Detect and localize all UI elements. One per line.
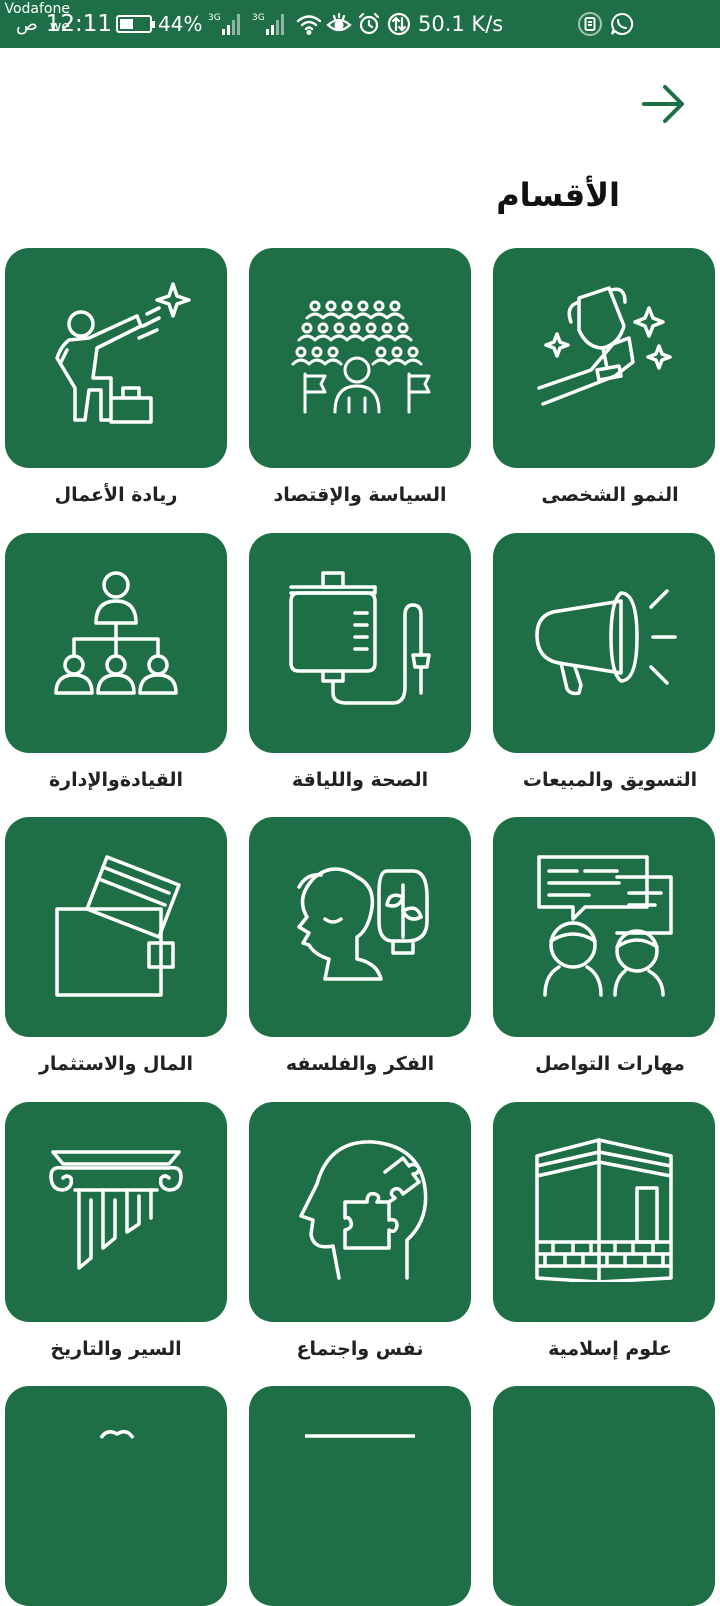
network-speed: 50.1 K/s: [418, 12, 504, 36]
category-label: المال والاستثمار: [38, 1053, 194, 1075]
entrepreneur-icon: [55, 282, 191, 424]
whatsapp-icon: [610, 0, 634, 48]
category-label: نفس واجتماع: [296, 1338, 424, 1360]
category-tile-partial[interactable]: [249, 1386, 471, 1606]
category-psychology-sociology[interactable]: [249, 1102, 471, 1322]
kaaba-icon: [535, 1138, 673, 1282]
category-health-fitness[interactable]: [249, 533, 471, 753]
category-marketing-sales[interactable]: [493, 533, 715, 753]
status-bar: ص 12:11 44% 3G 3G 50.1 K/s Vodafone we: [0, 0, 720, 48]
category-biography-history[interactable]: [5, 1102, 227, 1322]
category-politics-economy[interactable]: [249, 248, 471, 468]
audience-icon: [291, 300, 431, 414]
iv-drip-icon: [289, 571, 431, 705]
page-title: الأقسام: [496, 176, 620, 214]
book-icon: [305, 1434, 415, 1438]
category-tile-partial[interactable]: [5, 1386, 227, 1606]
battery-icon: [116, 15, 155, 33]
status-time: ص 12:11: [16, 0, 112, 48]
category-islamic-sciences[interactable]: [493, 1102, 715, 1322]
head-puzzle-icon: [299, 1140, 428, 1280]
signal-icon: 3G: [208, 0, 242, 48]
status-clock: 12:11: [45, 11, 113, 37]
signal-icon-2: 3G: [252, 0, 286, 48]
category-communication-skills[interactable]: [493, 817, 715, 1037]
column-icon: [49, 1150, 183, 1270]
category-label: القيادةوالإدارة: [48, 769, 184, 791]
heart-icon: [99, 1430, 135, 1439]
category-label: مهارات التواصل: [535, 1053, 685, 1075]
org-chart-icon: [54, 571, 178, 695]
category-personal-growth[interactable]: [493, 248, 715, 468]
category-label: الصحة واللياقة: [291, 769, 429, 791]
sim-icon: [578, 0, 602, 48]
wallet-icon: [55, 855, 181, 997]
category-label: علوم إسلامية: [548, 1338, 672, 1360]
eye-icon: [326, 0, 352, 48]
category-label: النمو الشخصى: [541, 484, 679, 506]
battery-indicator: 44%: [116, 0, 202, 48]
network-type-label: 3G: [208, 13, 221, 23]
category-tile-partial[interactable]: [493, 1386, 715, 1606]
trophy-icon: [537, 286, 672, 406]
network-type-label-2: 3G: [252, 13, 265, 23]
arrow-right-icon: [642, 85, 684, 123]
alarm-icon: [357, 0, 381, 48]
megaphone-icon: [535, 589, 677, 696]
battery-percent: 44%: [158, 12, 203, 36]
status-ampm: ص: [16, 13, 38, 35]
category-entrepreneurship[interactable]: [5, 248, 227, 468]
back-arrow-button[interactable]: [638, 80, 690, 128]
category-money-investment[interactable]: [5, 817, 227, 1037]
category-leadership-management[interactable]: [5, 533, 227, 753]
data-saver-icon: [386, 0, 412, 48]
category-label: السياسة والإقتصاد: [273, 484, 447, 506]
wifi-icon: [296, 0, 322, 48]
category-thought-philosophy[interactable]: [249, 817, 471, 1037]
category-label: التسويق والمبيعات: [522, 769, 698, 791]
category-label: السير والتاريخ: [50, 1338, 182, 1360]
category-label: الفكر والفلسفه: [285, 1053, 435, 1075]
conversation-icon: [537, 855, 673, 997]
category-label: ريادة الأعمال: [54, 484, 178, 506]
mind-plant-icon: [297, 867, 429, 981]
